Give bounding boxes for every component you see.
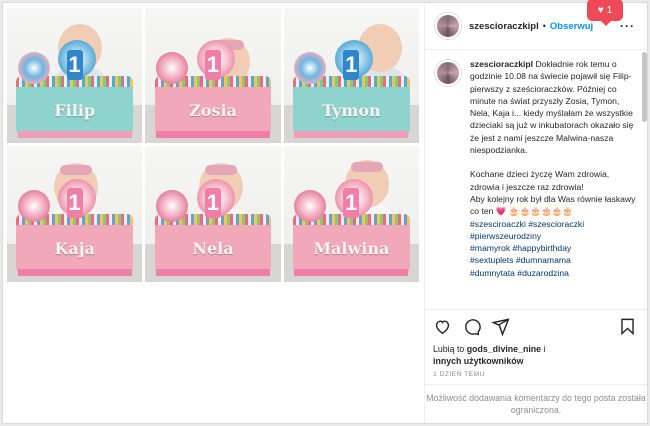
likes-user-link[interactable]: gods_divine_nine [467, 344, 541, 354]
number-candle: 1 [343, 188, 360, 219]
number-candle: 1 [66, 188, 83, 219]
bookmark-icon[interactable] [618, 317, 637, 336]
comment-icon[interactable] [462, 317, 481, 336]
headband-bow [350, 161, 383, 172]
hashtag-line[interactable]: #mamyrok #happybirthday [470, 242, 641, 254]
header-username[interactable]: szescioraczkipl [469, 21, 539, 32]
birthday-cake: Kaja [16, 214, 134, 277]
caption-username[interactable]: szescioraczkipl [470, 59, 533, 69]
birthday-cake: Zosia [154, 75, 272, 138]
heart-outline-icon[interactable] [433, 317, 452, 336]
heart-icon: ♥ [597, 4, 604, 16]
likes-joiner: i [541, 344, 546, 354]
likes-prefix: Lubią to [433, 344, 467, 354]
likes-others-link[interactable]: innych użytkowników [433, 356, 523, 366]
notification-count: 1 [606, 4, 613, 16]
post-sidebar: ♥ 1 szescioraczkipl • Obserwuj ··· szesc… [424, 0, 647, 423]
cake-name-text: Nela [192, 238, 234, 258]
number-candle: 1 [343, 49, 360, 80]
number-candle: 1 [204, 188, 221, 219]
cake-ribbon [17, 269, 132, 277]
birthday-cake: Filip [16, 75, 134, 138]
cake-ribbon [156, 130, 270, 138]
meringue-rose [17, 190, 50, 223]
photo-tile[interactable]: Zosia 1 [145, 8, 281, 144]
share-icon[interactable] [491, 317, 510, 336]
comments-disabled-notice: Możliwość dodawania komentarzy do tego p… [425, 384, 647, 423]
caption-paragraph-2: Kochane dzieci życzę Wam zdrowia, zdrowi… [470, 169, 636, 217]
birthday-cake: Tymon [293, 75, 410, 138]
photo-tile[interactable]: Filip 1 [7, 8, 143, 144]
caption-avatar[interactable] [435, 60, 461, 86]
cake-name-text: Filip [54, 100, 96, 120]
avatar[interactable] [435, 13, 461, 39]
cake-name-text: Zosia [189, 100, 237, 120]
likes-summary: Lubią to gods_divine_nine i innych użytk… [433, 343, 545, 367]
cake-name-text: Tymon [321, 100, 381, 120]
cake-name-text: Malwina [313, 238, 390, 258]
photo-tile[interactable]: Malwina 1 [283, 146, 419, 282]
caption-text: szescioraczkipl Dokładnie rok temu o god… [470, 58, 641, 308]
cake-name-text: Kaja [54, 238, 95, 258]
caption-scrollbar[interactable] [642, 52, 647, 122]
number-candle: 1 [204, 49, 221, 80]
hashtag-line[interactable]: #pierwszeurodziny [470, 230, 641, 242]
cake-ribbon [156, 269, 270, 277]
photo-tile[interactable]: Nela 1 [145, 146, 281, 282]
caption-paragraph-1: Dokładnie rok temu o godzinie 10.08 na ś… [470, 59, 636, 156]
hashtag-line[interactable]: #dumnytata #duzarodzina [470, 267, 641, 279]
photo-collage[interactable]: Filip 1 Zosia 1 Tymon 1 Kaja 1 Nela 1 Malwina 1 [7, 8, 419, 420]
post-window: Filip 1 Zosia 1 Tymon 1 Kaja 1 Nela 1 Malwina 1 ♥ 1… [2, 0, 648, 424]
headband-bow [60, 164, 93, 175]
photo-tile[interactable]: Kaja 1 [7, 146, 143, 282]
cake-ribbon [294, 130, 409, 138]
hashtag-line[interactable]: #szesciroaczki #szescioraczki [470, 218, 641, 230]
hashtag-line[interactable]: #sextuplets #dumnamama [470, 254, 641, 266]
cake-ribbon [17, 130, 132, 138]
meringue-rose [156, 51, 189, 84]
notification-badge[interactable]: ♥ 1 [587, 0, 623, 26]
more-options-icon[interactable]: ··· [620, 19, 635, 33]
photo-tile[interactable]: Tymon 1 [283, 8, 419, 144]
number-candle: 1 [66, 49, 83, 80]
separator-dot: • [542, 21, 546, 31]
action-bar [425, 309, 647, 343]
hashtag-list: #szesciroaczki #szescioraczki #pierwszeur… [470, 218, 641, 279]
follow-button[interactable]: Obserwuj [550, 21, 593, 32]
headband-bow [205, 164, 238, 175]
meringue-rose [17, 51, 50, 84]
birthday-cake: Nela [154, 214, 272, 277]
cake-ribbon [294, 269, 409, 277]
birthday-cake: Malwina [293, 214, 410, 277]
post-date[interactable]: 1 DZIEŃ TEMU [433, 371, 485, 378]
caption-section: szescioraczkipl Dokładnie rok temu o god… [425, 58, 641, 308]
